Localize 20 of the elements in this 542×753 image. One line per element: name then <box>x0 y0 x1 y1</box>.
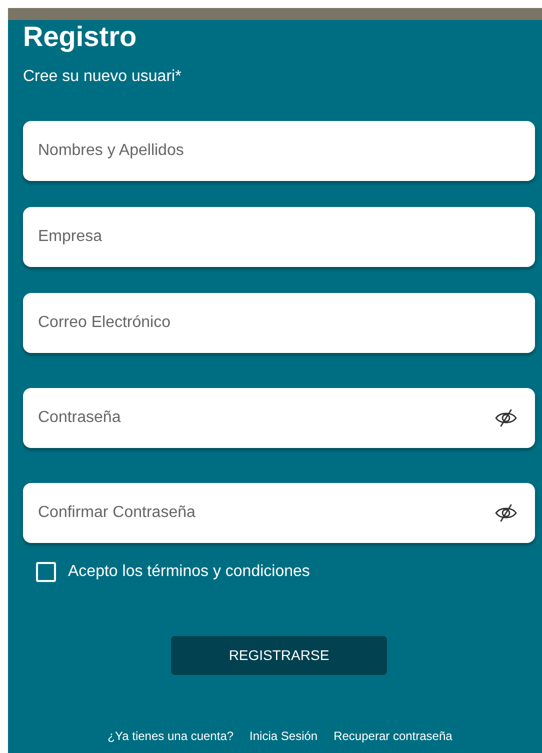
input-field[interactable]: Confirmar Contraseña <box>38 501 494 525</box>
terms-label: Acepto los términos y condiciones <box>68 562 310 582</box>
text-field[interactable]: Confirmar Contraseña <box>23 483 535 543</box>
input-field[interactable]: Empresa <box>38 225 518 249</box>
page-title: Registro <box>23 21 137 53</box>
text-field[interactable]: Nombres y Apellidos <box>23 121 535 181</box>
footer-link[interactable]: Recuperar contraseña <box>334 727 452 745</box>
text-field[interactable]: Correo Electrónico <box>23 293 535 353</box>
register-button[interactable]: REGISTRARSE <box>171 636 387 675</box>
text-field[interactable]: Contraseña <box>23 388 535 448</box>
input-field[interactable]: Correo Electrónico <box>38 311 518 335</box>
footer-link[interactable]: Inicia Sesión <box>250 727 318 745</box>
account-prompt: ¿Ya tienes una cuenta? <box>108 728 234 745</box>
input-field[interactable]: Contraseña <box>38 406 494 430</box>
terms-checkbox[interactable] <box>36 562 56 582</box>
input-field[interactable]: Nombres y Apellidos <box>38 139 518 163</box>
eye-slash-icon[interactable] <box>494 408 518 428</box>
subtitle: Cree su nuevo usuari* <box>23 67 182 87</box>
eye-slash-icon[interactable] <box>494 503 518 523</box>
text-field[interactable]: Empresa <box>23 207 535 267</box>
